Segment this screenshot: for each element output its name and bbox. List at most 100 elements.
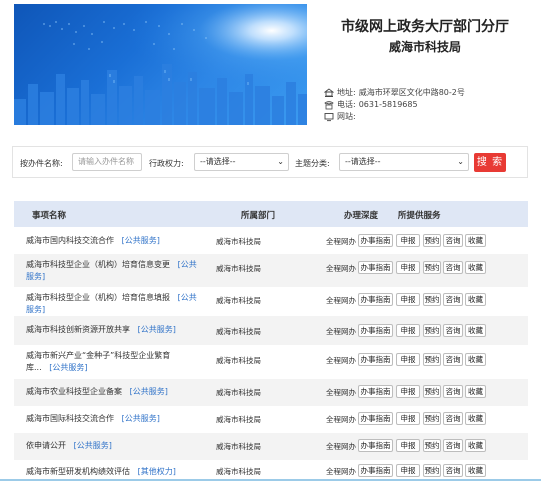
apply-button[interactable]: 申报 <box>396 353 420 366</box>
item-department: 威海市科技局 <box>216 442 261 451</box>
item-tag: [公共服务] <box>137 325 176 334</box>
guide-button[interactable]: 办事指南 <box>358 439 393 452</box>
favorite-button[interactable]: 收藏 <box>465 439 486 452</box>
page-title: 市级网上政务大厅部门分厅 <box>341 19 509 35</box>
guide-button[interactable]: 办事指南 <box>358 412 393 425</box>
monitor-icon <box>324 112 334 122</box>
apply-button[interactable]: 申报 <box>396 261 420 274</box>
item-depth: 全程网办 <box>326 296 356 305</box>
guide-button[interactable]: 办事指南 <box>358 385 393 398</box>
table-row: 威海市科技型企业（机构）培育信息填报 [公共服务] 威海市科技局 全程网办 办事指南申… <box>14 287 528 316</box>
table-header: 事项名称 所属部门 办理深度 所提供服务 <box>14 201 528 227</box>
table-row: 威海市国内科技交流合作 [公共服务] 威海市科技局 全程网办 办事指南 申报 预约 咨询 收藏 <box>14 228 528 254</box>
guide-button[interactable]: 办事指南 <box>358 464 393 477</box>
col-header-dept: 所属部门 <box>241 211 276 221</box>
topic-label: 主题分类: <box>295 159 330 168</box>
table-row: 威海市科技型企业（机构）培育信息变更 [公共服务] 威海市科技局 全程网办 办事指南申… <box>14 254 528 287</box>
item-depth: 全程网办 <box>326 442 356 451</box>
item-name-link[interactable]: 威海市新兴产业“金种子”科技型企业繁育库... [公共服务] <box>26 350 201 374</box>
apply-button[interactable]: 申报 <box>396 234 420 247</box>
item-name-link[interactable]: 威海市国际科技交流合作 [公共服务] <box>26 413 201 425</box>
item-department: 威海市科技局 <box>216 296 261 305</box>
item-name: 威海市新型研发机构绩效评估 <box>26 467 130 476</box>
table-row: 威海市国际科技交流合作 [公共服务] 威海市科技局 全程网办 办事指南 申报 预约 咨询 收藏 <box>14 406 528 433</box>
reserve-button[interactable]: 预约 <box>423 324 441 337</box>
col-header-name: 事项名称 <box>32 211 67 221</box>
favorite-button[interactable]: 收藏 <box>465 324 486 337</box>
item-tag: [其他权力] <box>137 467 176 476</box>
reserve-button[interactable]: 预约 <box>423 234 441 247</box>
table-row: 威海市科技创新资源开放共享 [公共服务] 威海市科技局 全程网办 办事指南 申报 预约 咨询… <box>14 316 528 345</box>
address-value: 威海市环翠区文化中路80-2号 <box>358 88 465 97</box>
item-name: 威海市农业科技型企业备案 <box>26 387 122 396</box>
item-department: 威海市科技局 <box>216 415 261 424</box>
topic-select[interactable]: --请选择-- ⌄ <box>339 153 469 171</box>
item-name-link[interactable]: 威海市科技型企业（机构）培育信息填报 [公共服务] <box>26 292 201 316</box>
item-depth: 全程网办 <box>326 356 356 365</box>
consult-button[interactable]: 咨询 <box>443 385 463 398</box>
table-row: 威海市农业科技型企业备案 [公共服务] 威海市科技局 全程网办 办事指南 申报 预约 咨询收… <box>14 379 528 406</box>
phone-icon <box>324 100 334 110</box>
favorite-button[interactable]: 收藏 <box>465 464 486 477</box>
consult-button[interactable]: 咨询 <box>443 353 463 366</box>
item-name: 威海市科技创新资源开放共享 <box>26 325 130 334</box>
item-name-link[interactable]: 威海市新型研发机构绩效评估 [其他权力] <box>26 466 201 478</box>
reserve-button[interactable]: 预约 <box>423 353 441 366</box>
reserve-button[interactable]: 预约 <box>423 261 441 274</box>
reserve-button[interactable]: 预约 <box>423 439 441 452</box>
guide-button[interactable]: 办事指南 <box>358 324 393 337</box>
item-department: 威海市科技局 <box>216 237 261 246</box>
item-name-link[interactable]: 威海市科技型企业（机构）培育信息变更 [公共服务] <box>26 259 201 283</box>
apply-button[interactable]: 申报 <box>396 324 420 337</box>
website-line: 网站: <box>324 111 359 122</box>
favorite-button[interactable]: 收藏 <box>465 234 486 247</box>
power-select-value: --请选择-- <box>200 157 236 166</box>
col-header-services: 所提供服务 <box>398 211 441 221</box>
consult-button[interactable]: 咨询 <box>443 439 463 452</box>
guide-button[interactable]: 办事指南 <box>358 261 393 274</box>
item-department: 威海市科技局 <box>216 467 261 476</box>
item-depth: 全程网办 <box>326 327 356 336</box>
favorite-button[interactable]: 收藏 <box>465 293 486 306</box>
guide-button[interactable]: 办事指南 <box>358 293 393 306</box>
consult-button[interactable]: 咨询 <box>443 464 463 477</box>
apply-button[interactable]: 申报 <box>396 439 420 452</box>
col-header-depth: 办理深度 <box>344 211 379 221</box>
address-label: 地址: <box>337 88 356 97</box>
banner-image <box>14 4 307 125</box>
favorite-button[interactable]: 收藏 <box>465 261 486 274</box>
table-row: 依申请公开 [公共服务] 威海市科技局 全程网办 办事指南 申报 预约 咨询 收藏 <box>14 433 528 460</box>
favorite-button[interactable]: 收藏 <box>465 353 486 366</box>
chevron-down-icon: ⌄ <box>277 157 284 166</box>
apply-button[interactable]: 申报 <box>396 464 420 477</box>
item-depth: 全程网办 <box>326 264 356 273</box>
website-label: 网站: <box>337 112 356 121</box>
consult-button[interactable]: 咨询 <box>443 412 463 425</box>
guide-button[interactable]: 办事指南 <box>358 234 393 247</box>
search-button[interactable]: 搜 索 <box>474 153 506 172</box>
item-tag: [公共服务] <box>121 414 160 423</box>
name-search-input[interactable]: 请输入办件名称 <box>72 153 142 171</box>
reserve-button[interactable]: 预约 <box>423 293 441 306</box>
apply-button[interactable]: 申报 <box>396 293 420 306</box>
favorite-button[interactable]: 收藏 <box>465 412 486 425</box>
item-name-link[interactable]: 威海市科技创新资源开放共享 [公共服务] <box>26 324 201 336</box>
item-name-link[interactable]: 威海市国内科技交流合作 [公共服务] <box>26 235 201 247</box>
apply-button[interactable]: 申报 <box>396 385 420 398</box>
favorite-button[interactable]: 收藏 <box>465 385 486 398</box>
reserve-button[interactable]: 预约 <box>423 385 441 398</box>
consult-button[interactable]: 咨询 <box>443 293 463 306</box>
power-select[interactable]: --请选择-- ⌄ <box>194 153 289 171</box>
guide-button[interactable]: 办事指南 <box>358 353 393 366</box>
location-icon <box>323 87 335 98</box>
consult-button[interactable]: 咨询 <box>443 324 463 337</box>
item-department: 威海市科技局 <box>216 356 261 365</box>
apply-button[interactable]: 申报 <box>396 412 420 425</box>
consult-button[interactable]: 咨询 <box>443 234 463 247</box>
reserve-button[interactable]: 预约 <box>423 464 441 477</box>
item-name-link[interactable]: 威海市农业科技型企业备案 [公共服务] <box>26 386 201 398</box>
consult-button[interactable]: 咨询 <box>443 261 463 274</box>
reserve-button[interactable]: 预约 <box>423 412 441 425</box>
item-name-link[interactable]: 依申请公开 [公共服务] <box>26 440 201 452</box>
topic-select-value: --请选择-- <box>345 157 381 166</box>
